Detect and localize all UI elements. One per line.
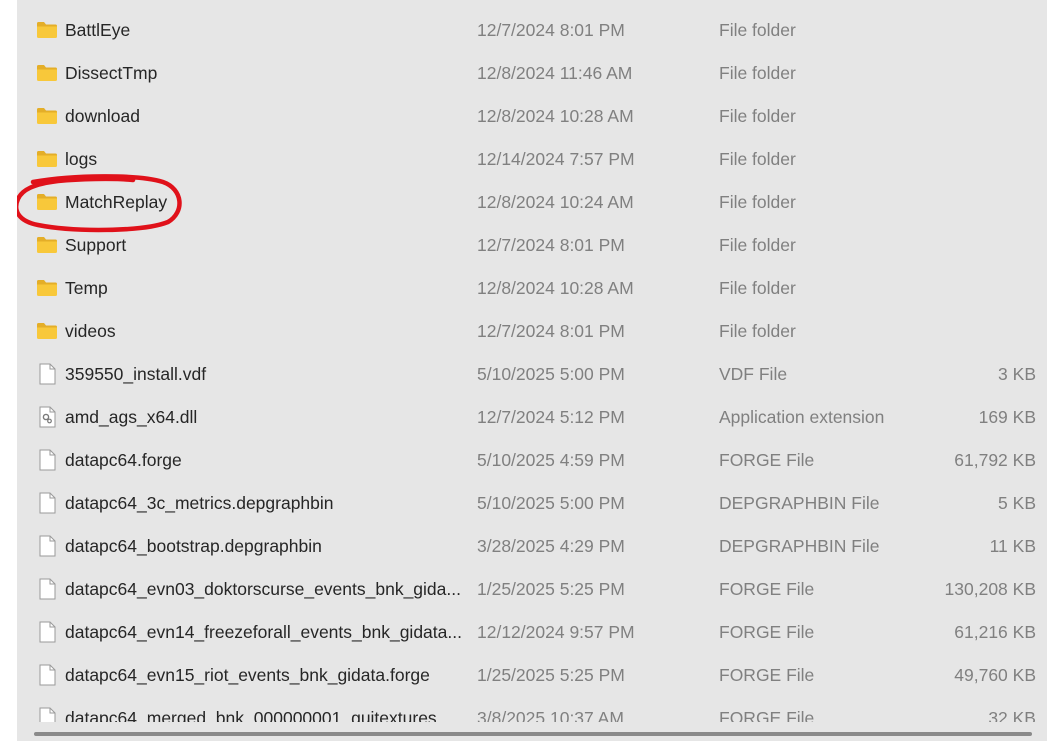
file-list-pane: BattlEye 12/7/2024 8:01 PM File folder Diss…: [17, 0, 1047, 741]
file-name: datapc64_evn15_riot_events_bnk_gidata.fo…: [65, 665, 430, 685]
file-name: amd_ags_x64.dll: [65, 407, 198, 427]
file-name: datapc64_merged_bnk_000000001_guitexture…: [65, 708, 452, 722]
folder-icon: [36, 106, 58, 126]
file-date-modified: 3/8/2025 10:37 AM: [477, 708, 624, 722]
file-date-modified: 1/25/2025 5:25 PM: [477, 665, 625, 685]
file-name: datapc64_evn03_doktorscurse_events_bnk_g…: [65, 579, 461, 599]
file-date-modified: 12/8/2024 10:24 AM: [477, 192, 634, 212]
file-icon: [36, 449, 58, 471]
annotation-circle: [17, 174, 182, 233]
file-type: File folder: [719, 192, 796, 212]
file-size: 169 KB: [978, 407, 1036, 427]
file-row[interactable]: datapc64_bootstrap.depgraphbin 3/28/2025 …: [17, 525, 1047, 568]
file-name: datapc64_bootstrap.depgraphbin: [65, 536, 322, 556]
file-name: BattlEye: [65, 20, 131, 40]
file-row[interactable]: datapc64_3c_metrics.depgraphbin 5/10/2025…: [17, 482, 1047, 525]
file-name: 359550_install.vdf: [65, 364, 207, 384]
file-date-modified: 12/7/2024 8:01 PM: [477, 235, 625, 255]
file-date-modified: 5/10/2025 4:59 PM: [477, 450, 625, 470]
file-type: File folder: [719, 20, 796, 40]
scrollbar-thumb[interactable]: [34, 732, 1032, 736]
file-size: 3 KB: [998, 364, 1036, 384]
file-type: FORGE File: [719, 708, 815, 722]
file-date-modified: 12/8/2024 10:28 AM: [477, 278, 634, 298]
file-name: videos: [65, 321, 116, 341]
file-icon: [36, 363, 58, 385]
file-size: 5 KB: [998, 493, 1036, 513]
folder-icon: [36, 20, 58, 40]
file-size: 32 KB: [988, 708, 1036, 722]
file-row[interactable]: 359550_install.vdf 5/10/2025 5:00 PM VDF F…: [17, 353, 1047, 396]
file-row[interactable]: download 12/8/2024 10:28 AM File folder: [17, 95, 1047, 138]
file-icon: [36, 707, 58, 722]
file-name: download: [65, 106, 140, 126]
file-date-modified: 3/28/2025 4:29 PM: [477, 536, 625, 556]
file-type: File folder: [719, 106, 796, 126]
file-row[interactable]: datapc64_evn03_doktorscurse_events_bnk_g…: [17, 568, 1047, 611]
file-date-modified: 12/7/2024 8:01 PM: [477, 20, 625, 40]
file-type: DEPGRAPHBIN File: [719, 493, 880, 513]
folder-icon: [36, 235, 58, 255]
file-size: 11 KB: [989, 536, 1036, 556]
file-name: Temp: [65, 278, 108, 298]
folder-icon: [36, 321, 58, 341]
file-type: FORGE File: [719, 450, 815, 470]
file-type: Application extension: [719, 407, 885, 427]
file-name: datapc64_evn14_freezeforall_events_bnk_g…: [65, 622, 462, 642]
file-icon: [36, 578, 58, 600]
file-name: datapc64.forge: [65, 450, 182, 470]
file-date-modified: 5/10/2025 5:00 PM: [477, 493, 625, 513]
file-row[interactable]: DissectTmp 12/8/2024 11:46 AM File folder: [17, 52, 1047, 95]
file-type: File folder: [719, 149, 796, 169]
file-date-modified: 5/10/2025 5:00 PM: [477, 364, 625, 384]
file-row[interactable]: videos 12/7/2024 8:01 PM File folder: [17, 310, 1047, 353]
file-type: File folder: [719, 278, 796, 298]
file-type: FORGE File: [719, 579, 815, 599]
file-name: DissectTmp: [65, 63, 158, 83]
file-date-modified: 12/8/2024 11:46 AM: [477, 63, 633, 83]
file-size: 61,792 KB: [954, 450, 1036, 470]
file-row[interactable]: datapc64.forge 5/10/2025 4:59 PM FORGE Fil…: [17, 439, 1047, 482]
file-type: File folder: [719, 63, 796, 83]
dll-icon: [36, 406, 58, 428]
file-type: FORGE File: [719, 622, 815, 642]
file-date-modified: 1/25/2025 5:25 PM: [477, 579, 625, 599]
file-icon: [36, 535, 58, 557]
folder-icon: [36, 149, 58, 169]
file-row[interactable]: amd_ags_x64.dll 12/7/2024 5:12 PM Applicat…: [17, 396, 1047, 439]
file-date-modified: 12/8/2024 10:28 AM: [477, 106, 634, 126]
file-row[interactable]: Temp 12/8/2024 10:28 AM File folder: [17, 267, 1047, 310]
file-size: 49,760 KB: [954, 665, 1036, 685]
file-type: VDF File: [719, 364, 788, 384]
file-type: File folder: [719, 321, 796, 341]
file-row[interactable]: datapc64_evn15_riot_events_bnk_gidata.fo…: [17, 654, 1047, 697]
file-date-modified: 12/12/2024 9:57 PM: [477, 622, 635, 642]
folder-icon: [36, 63, 58, 83]
file-row[interactable]: BattlEye 12/7/2024 8:01 PM File folder: [17, 9, 1047, 52]
file-size: 61,216 KB: [954, 622, 1036, 642]
file-type: FORGE File: [719, 665, 815, 685]
file-icon: [36, 621, 58, 643]
file-date-modified: 12/14/2024 7:57 PM: [477, 149, 635, 169]
file-name: datapc64_3c_metrics.depgraphbin: [65, 493, 334, 513]
file-icon: [36, 492, 58, 514]
folder-icon: [36, 278, 58, 298]
horizontal-scrollbar[interactable]: [17, 726, 1047, 741]
file-row[interactable]: datapc64_merged_bnk_000000001_guitexture…: [17, 697, 1047, 722]
file-list: BattlEye 12/7/2024 8:01 PM File folder Diss…: [17, 9, 1047, 722]
file-size: 130,208 KB: [944, 579, 1036, 599]
file-date-modified: 12/7/2024 5:12 PM: [477, 407, 625, 427]
file-row[interactable]: datapc64_evn14_freezeforall_events_bnk_g…: [17, 611, 1047, 654]
file-type: DEPGRAPHBIN File: [719, 536, 880, 556]
file-date-modified: 12/7/2024 8:01 PM: [477, 321, 625, 341]
file-icon: [36, 664, 58, 686]
file-type: File folder: [719, 235, 796, 255]
